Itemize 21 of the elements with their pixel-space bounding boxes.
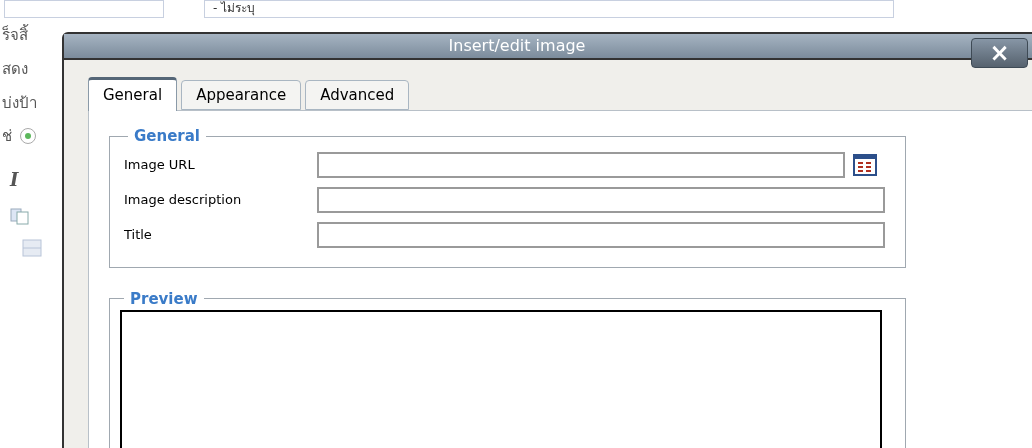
page-text: บ่งป้า	[2, 93, 37, 112]
dropdown-field[interactable]	[4, 0, 164, 18]
input-field[interactable]	[317, 187, 885, 213]
page-text: สดง	[2, 59, 28, 78]
paste-icon[interactable]	[10, 207, 30, 225]
field-label: Image description	[124, 191, 243, 210]
tab[interactable]: Advanced	[305, 80, 410, 110]
tab[interactable]: General	[88, 77, 178, 111]
input-field[interactable]	[317, 152, 845, 178]
tab[interactable]: Appearance	[181, 80, 302, 110]
field-label: Image URL	[124, 156, 196, 175]
browse-icon[interactable]	[853, 154, 877, 176]
close-button[interactable]: ×	[971, 38, 1028, 68]
page-text: ช่	[2, 125, 12, 147]
page-text: ร็จสิ้	[2, 24, 28, 44]
dropdown-field[interactable]: - ไม่ระบุ	[204, 0, 894, 18]
input-field[interactable]	[317, 222, 885, 248]
group-legend: Preview	[124, 287, 204, 310]
field-label: Title	[124, 226, 153, 245]
group-legend: General	[128, 125, 206, 148]
window-title: Insert/edit image	[448, 35, 586, 57]
